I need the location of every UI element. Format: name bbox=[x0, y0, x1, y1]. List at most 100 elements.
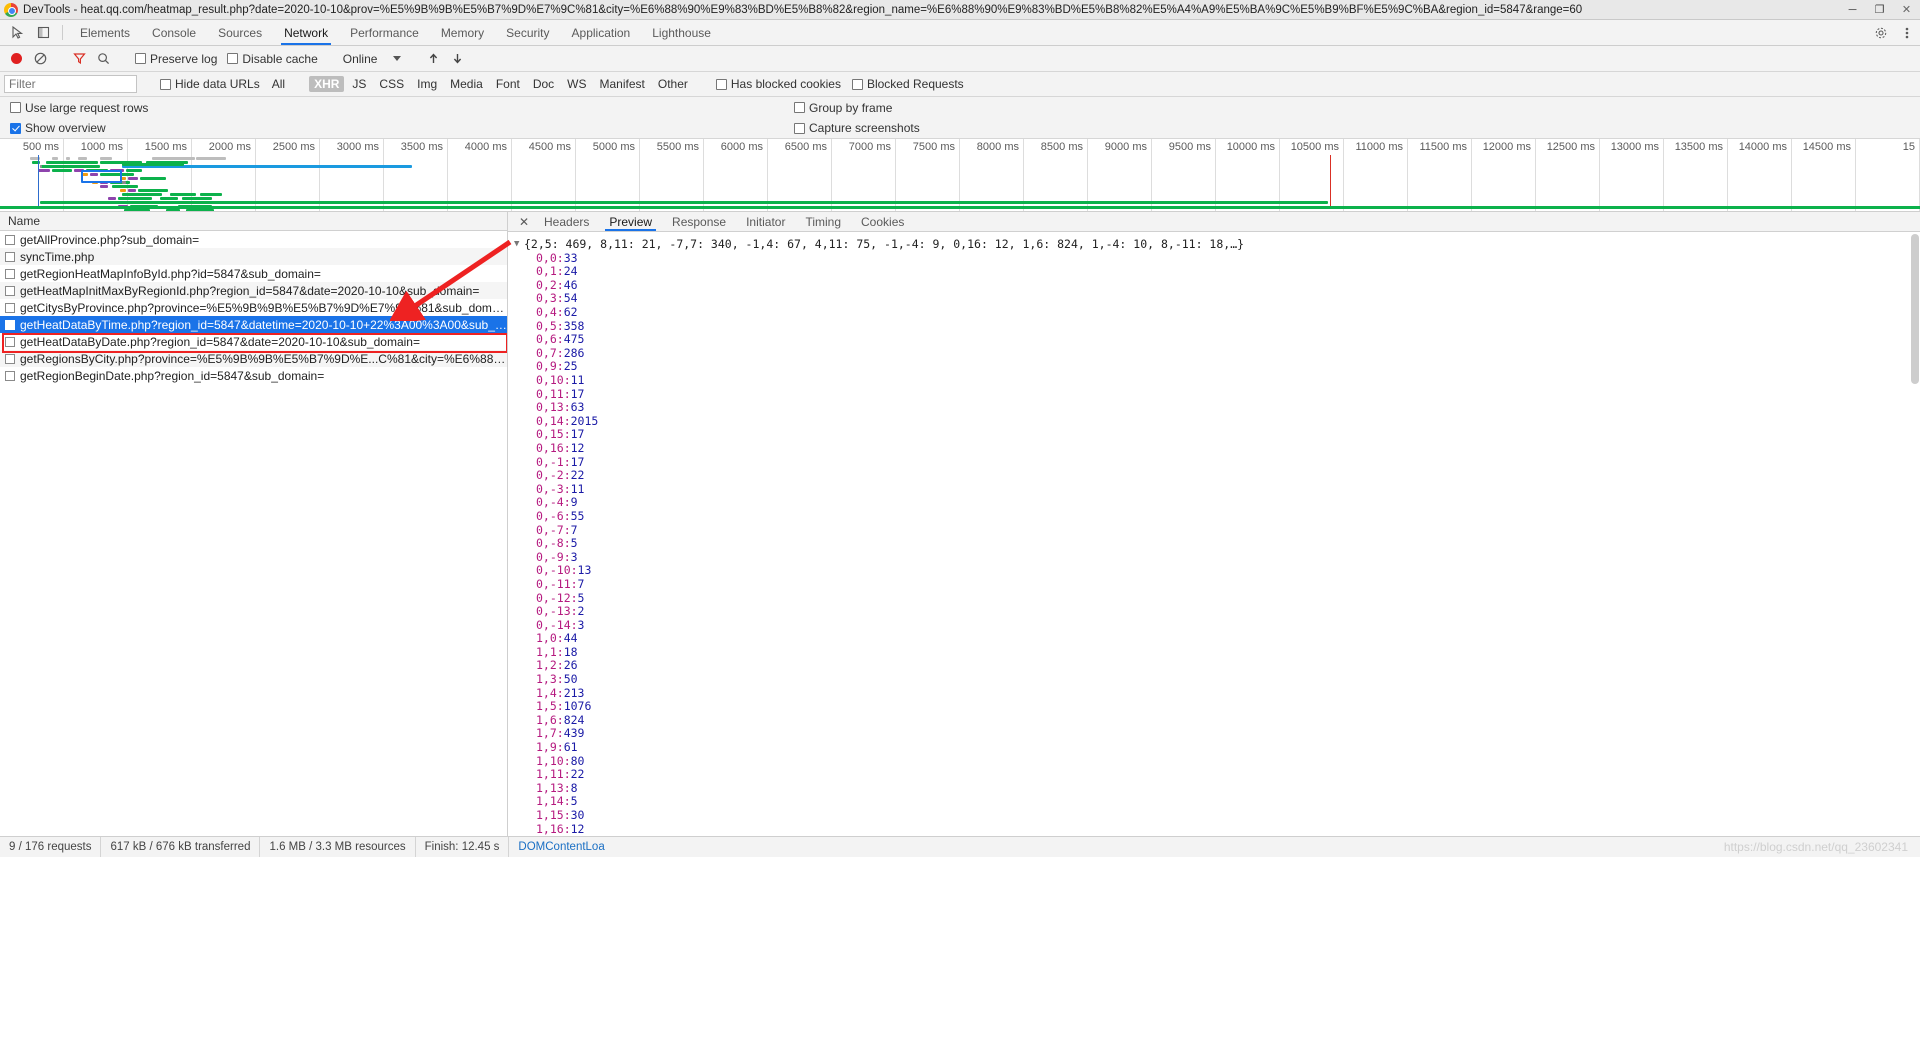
table-row[interactable]: getHeatMapInitMaxByRegionId.php?region_i… bbox=[0, 282, 507, 299]
status-transferred: 617 kB / 676 kB transferred bbox=[101, 837, 261, 857]
throttling-select[interactable]: Online bbox=[339, 52, 406, 66]
checkbox-box bbox=[10, 102, 21, 113]
close-button[interactable]: ✕ bbox=[1893, 1, 1920, 19]
column-header-name: Name bbox=[8, 214, 41, 228]
tab-memory[interactable]: Memory bbox=[430, 20, 495, 45]
tab-sources[interactable]: Sources bbox=[207, 20, 273, 45]
json-key: 1,5: bbox=[536, 699, 564, 714]
request-type-icon bbox=[5, 268, 15, 279]
filter-type-all[interactable]: All bbox=[267, 76, 290, 92]
search-icon[interactable] bbox=[92, 49, 114, 69]
table-row[interactable]: getRegionBeginDate.php?region_id=5847&su… bbox=[0, 367, 507, 384]
has-blocked-cookies-checkbox[interactable]: Has blocked cookies bbox=[715, 77, 841, 91]
filter-input[interactable] bbox=[4, 75, 137, 93]
tab-headers[interactable]: Headers bbox=[534, 212, 599, 231]
overview-bar bbox=[108, 197, 116, 200]
request-name: getHeatDataByDate.php?region_id=5847&dat… bbox=[20, 334, 420, 349]
filter-type-font[interactable]: Font bbox=[491, 76, 525, 92]
tab-console[interactable]: Console bbox=[141, 20, 207, 45]
overview-bar bbox=[52, 169, 72, 172]
tab-preview[interactable]: Preview bbox=[599, 212, 662, 232]
show-overview-label: Show overview bbox=[25, 121, 106, 135]
json-entry: 0,15: 17 bbox=[514, 427, 1920, 442]
inspect-element-icon[interactable] bbox=[4, 20, 30, 45]
table-row[interactable]: getHeatDataByTime.php?region_id=5847&dat… bbox=[0, 316, 507, 333]
tab-timing[interactable]: Timing bbox=[795, 212, 851, 231]
json-root-line[interactable]: ▼ {2,5: 469, 8,11: 21, -7,7: 340, -1,4: 6… bbox=[514, 237, 1920, 251]
filter-type-other[interactable]: Other bbox=[653, 76, 693, 92]
tab-lighthouse[interactable]: Lighthouse bbox=[641, 20, 722, 45]
export-har-icon[interactable] bbox=[446, 49, 468, 69]
capture-screenshots-checkbox[interactable]: Capture screenshots bbox=[794, 121, 920, 135]
request-rows[interactable]: getAllProvince.php?sub_domain= syncTime.p… bbox=[0, 231, 507, 836]
filter-type-css[interactable]: CSS bbox=[374, 76, 409, 92]
hide-data-urls-checkbox[interactable]: Hide data URLs bbox=[160, 77, 260, 91]
tab-security[interactable]: Security bbox=[495, 20, 560, 45]
filter-type-ws[interactable]: WS bbox=[562, 76, 591, 92]
minimize-button[interactable]: ─ bbox=[1839, 1, 1866, 19]
tab-performance[interactable]: Performance bbox=[339, 20, 430, 45]
request-type-icon bbox=[5, 285, 15, 296]
tab-application[interactable]: Application bbox=[561, 20, 642, 45]
preserve-log-checkbox[interactable]: Preserve log bbox=[135, 52, 217, 66]
table-row[interactable]: getRegionsByCity.php?province=%E5%9B%9B%… bbox=[0, 350, 507, 367]
device-toolbar-icon[interactable] bbox=[30, 20, 56, 45]
tab-elements[interactable]: Elements bbox=[69, 20, 141, 45]
filter-icon[interactable] bbox=[68, 49, 90, 69]
use-large-request-rows-checkbox[interactable]: Use large request rows bbox=[10, 101, 148, 115]
table-row[interactable]: getCitysByProvince.php?province=%E5%9B%9… bbox=[0, 299, 507, 316]
filter-type-js[interactable]: JS bbox=[347, 76, 371, 92]
scrollbar-thumb[interactable] bbox=[1911, 234, 1919, 385]
table-row[interactable]: getAllProvince.php?sub_domain= bbox=[0, 231, 507, 248]
disable-cache-checkbox[interactable]: Disable cache bbox=[227, 52, 318, 66]
import-har-icon[interactable] bbox=[422, 49, 444, 69]
preview-scrollbar[interactable] bbox=[1909, 232, 1920, 836]
json-preview[interactable]: ▼ {2,5: 469, 8,11: 21, -7,7: 340, -1,4: 6… bbox=[508, 232, 1920, 836]
maximize-button[interactable]: ❐ bbox=[1866, 1, 1893, 19]
filter-type-media[interactable]: Media bbox=[445, 76, 488, 92]
overview-bar bbox=[38, 169, 50, 172]
json-key: 1,13: bbox=[536, 780, 571, 795]
request-list-pane: Name getAllProvince.php?sub_domain= syncT… bbox=[0, 212, 508, 836]
blocked-requests-checkbox[interactable]: Blocked Requests bbox=[851, 77, 964, 91]
more-options-icon[interactable] bbox=[1894, 26, 1920, 40]
tab-response[interactable]: Response bbox=[662, 212, 736, 231]
tab-network[interactable]: Network bbox=[273, 20, 339, 45]
preserve-log-label: Preserve log bbox=[150, 51, 218, 66]
request-type-icon bbox=[5, 302, 15, 313]
tab-initiator[interactable]: Initiator bbox=[736, 212, 795, 231]
json-key: 0,15: bbox=[536, 427, 571, 442]
table-row[interactable]: getRegionHeatMapInfoById.php?id=5847&sub… bbox=[0, 265, 507, 282]
checkbox-box bbox=[715, 78, 727, 90]
close-icon[interactable]: ✕ bbox=[514, 212, 534, 231]
clear-icon[interactable] bbox=[29, 49, 51, 69]
timeline-tick-label: 2000 ms bbox=[208, 141, 251, 153]
overview-bar bbox=[160, 157, 195, 160]
request-table-header[interactable]: Name bbox=[0, 212, 507, 231]
json-key: 0,-1: bbox=[536, 454, 571, 469]
filter-type-manifest[interactable]: Manifest bbox=[595, 76, 650, 92]
table-row[interactable]: getHeatDataByDate.php?region_id=5847&dat… bbox=[0, 333, 507, 350]
json-key: 0,2: bbox=[536, 277, 564, 292]
network-overview[interactable]: 500 ms 1000 ms 1500 ms 2000 ms 2500 ms 3000 m… bbox=[0, 139, 1920, 211]
expand-triangle-icon[interactable]: ▼ bbox=[514, 239, 524, 249]
request-name: getAllProvince.php?sub_domain= bbox=[20, 232, 200, 247]
group-by-frame-checkbox[interactable]: Group by frame bbox=[794, 101, 892, 115]
options-row-1: Use large request rows Group by frame bbox=[0, 97, 1920, 118]
has-blocked-cookies-label: Has blocked cookies bbox=[730, 77, 841, 91]
table-row[interactable]: syncTime.php bbox=[0, 248, 507, 265]
devtools-logo-icon bbox=[4, 2, 18, 17]
settings-gear-icon[interactable] bbox=[1868, 26, 1894, 40]
filter-type-img[interactable]: Img bbox=[412, 76, 442, 92]
tab-cookies[interactable]: Cookies bbox=[851, 212, 914, 231]
json-key: 1,1: bbox=[536, 644, 564, 659]
record-icon[interactable] bbox=[5, 49, 27, 69]
request-detail-pane: ✕ Headers Preview Response Initiator Tim… bbox=[508, 212, 1920, 836]
overview-selection-box[interactable] bbox=[81, 170, 122, 183]
filter-type-doc[interactable]: Doc bbox=[528, 76, 559, 92]
timeline-tick-label: 500 ms bbox=[22, 141, 59, 153]
timeline-tick-label: 10500 ms bbox=[1290, 141, 1339, 153]
show-overview-checkbox[interactable]: Show overview bbox=[10, 121, 106, 135]
filter-type-xhr[interactable]: XHR bbox=[309, 76, 345, 92]
json-key: 1,6: bbox=[536, 712, 564, 727]
